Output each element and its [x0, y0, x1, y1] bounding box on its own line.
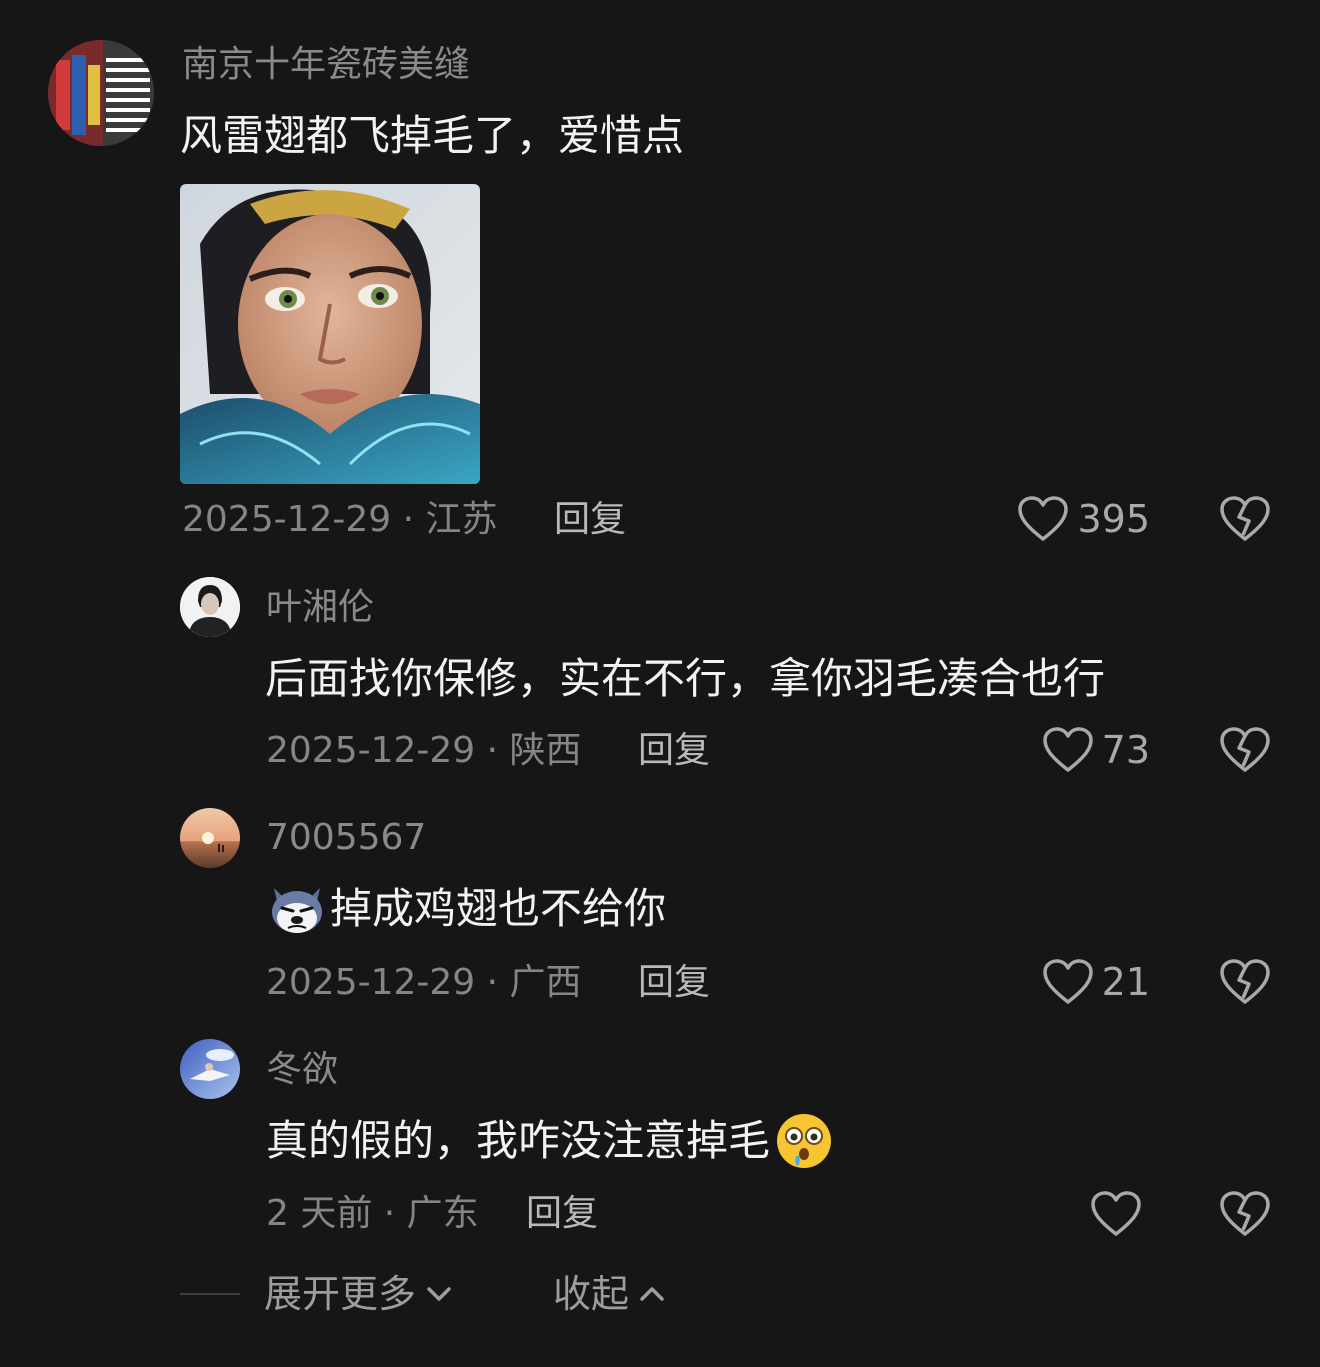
comment-image[interactable] — [180, 184, 480, 484]
like-button[interactable]: 73 — [1042, 726, 1150, 774]
heart-icon — [1042, 727, 1093, 772]
reply-comment-2: 7005567 掉成鸡翅也不给你 2025-12-29 · 广西 回复 21 — [0, 790, 1320, 1022]
broken-heart-icon[interactable] — [1219, 495, 1271, 543]
like-count: 21 — [1101, 960, 1150, 1004]
comment-text-content: 风雷翅都飞掉毛了，爱惜点 — [180, 111, 685, 160]
reply-comment-1: 叶湘伦 后面找你保修，实在不行，拿你羽毛凑合也行 2025-12-29 · 陕西… — [0, 560, 1320, 790]
comment-text: 掉成鸡翅也不给你 — [268, 882, 666, 936]
collapse-button[interactable]: 收起 — [553, 1275, 665, 1313]
divider-line — [180, 1293, 240, 1295]
broken-heart-icon[interactable] — [1219, 958, 1271, 1006]
expand-more-button[interactable]: 展开更多 — [264, 1275, 452, 1313]
comment-text-content: 掉成鸡翅也不给你 — [330, 884, 667, 933]
reply-button[interactable]: 回复 — [638, 965, 710, 1001]
broken-heart-icon[interactable] — [1219, 726, 1271, 774]
comment-text-content: 真的假的，我咋没注意掉毛 — [266, 1116, 771, 1165]
reply-comment-3: 冬欲 真的假的，我咋没注意掉毛 2 天前 · 广东 回复 — [0, 1022, 1320, 1254]
like-count: 395 — [1077, 497, 1150, 541]
avatar[interactable] — [48, 40, 154, 146]
comment-text: 后面找你保修，实在不行，拿你羽毛凑合也行 — [265, 658, 1105, 700]
broken-heart-icon[interactable] — [1219, 1190, 1271, 1238]
reply-button[interactable]: 回复 — [638, 733, 710, 769]
avatar[interactable] — [180, 808, 240, 868]
comment-meta: 2025-12-29 · 陕西 — [266, 730, 582, 771]
comment-meta: 2 天前 · 广东 — [266, 1193, 479, 1234]
surprised-emoji-icon — [774, 1112, 834, 1170]
comment-1: 南京十年瓷砖美缝 风雷翅都飞掉毛了，爱惜点 2025-12-29 · 江苏 回复… — [0, 0, 1320, 560]
comment-text-content: 后面找你保修，实在不行，拿你羽毛凑合也行 — [265, 654, 1106, 703]
heart-icon — [1018, 496, 1069, 541]
husky-emoji-icon — [268, 882, 326, 936]
username[interactable]: 冬欲 — [266, 1052, 338, 1088]
reply-button[interactable]: 回复 — [526, 1196, 598, 1232]
avatar[interactable] — [180, 1039, 240, 1099]
expand-more-label: 展开更多 — [264, 1272, 417, 1316]
comment-meta: 2025-12-29 · 江苏 — [182, 499, 498, 540]
like-count: 73 — [1101, 728, 1150, 772]
collapse-label: 收起 — [553, 1272, 630, 1316]
avatar[interactable] — [180, 577, 240, 637]
comment-text: 真的假的，我咋没注意掉毛 — [266, 1112, 834, 1170]
comment-meta: 2025-12-29 · 广西 — [266, 962, 582, 1003]
like-button[interactable] — [1090, 1190, 1150, 1238]
chevron-down-icon — [427, 1287, 451, 1301]
replies-footer: 展开更多 收起 — [0, 1260, 1320, 1330]
comment-text: 风雷翅都飞掉毛了，爱惜点 — [180, 115, 684, 157]
reply-button[interactable]: 回复 — [554, 502, 626, 538]
heart-icon — [1091, 1191, 1141, 1236]
like-button[interactable]: 395 — [1017, 495, 1150, 543]
username[interactable]: 南京十年瓷砖美缝 — [182, 47, 470, 83]
chevron-up-icon — [640, 1287, 664, 1301]
username[interactable]: 7005567 — [266, 820, 426, 856]
heart-icon — [1042, 959, 1093, 1004]
like-button[interactable]: 21 — [1042, 958, 1150, 1006]
username[interactable]: 叶湘伦 — [266, 590, 374, 626]
